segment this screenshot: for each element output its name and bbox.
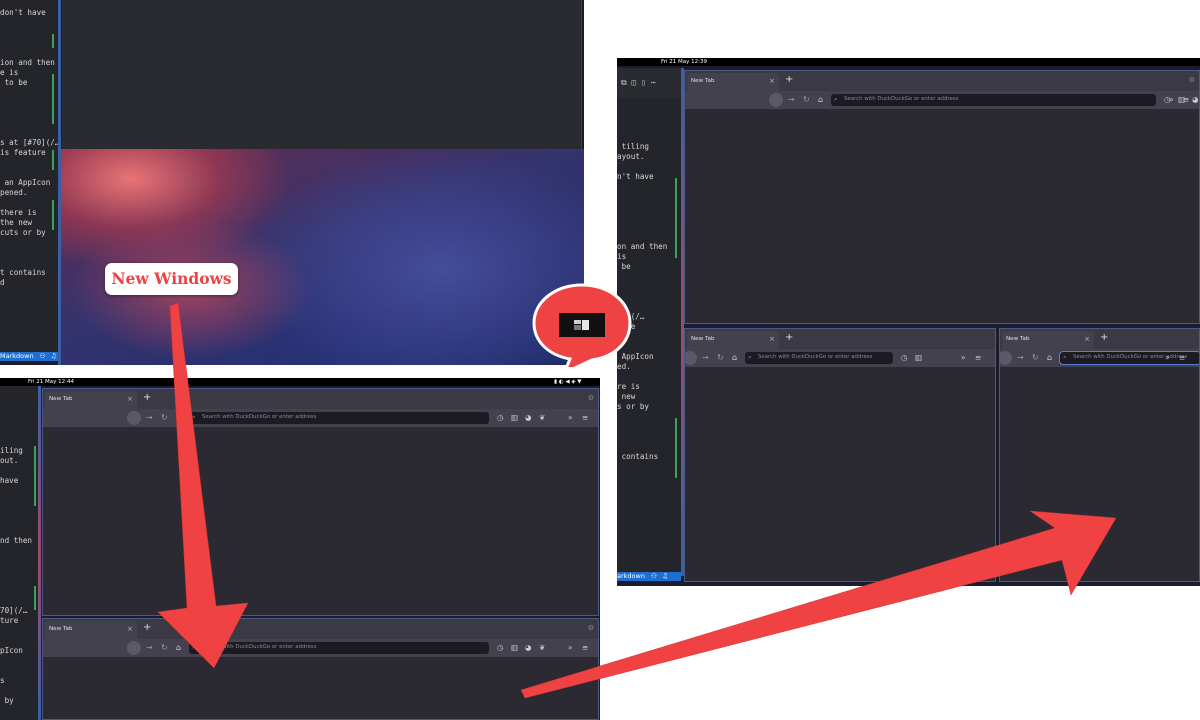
arrow-right: [520, 510, 1117, 699]
arrow-down: [157, 302, 249, 669]
arrows-overlay: [157, 302, 1117, 699]
